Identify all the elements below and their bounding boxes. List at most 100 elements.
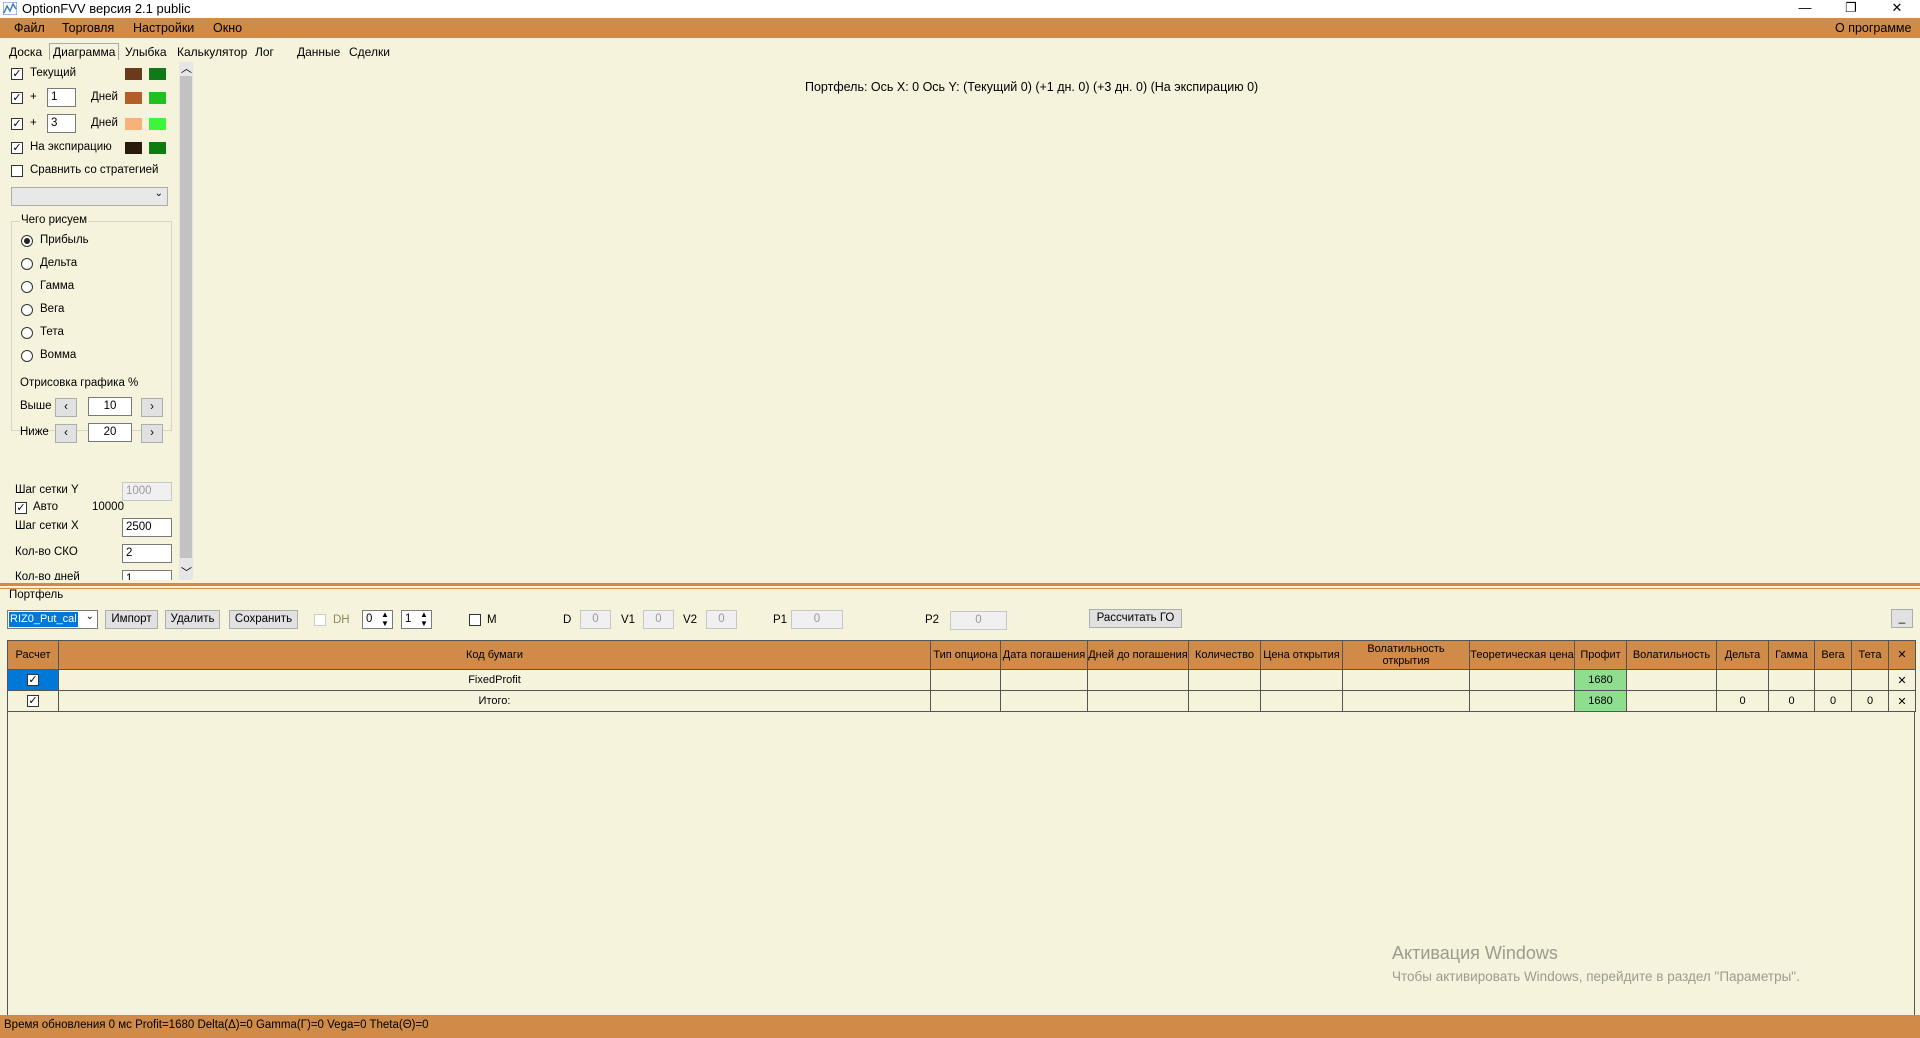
- row-delta[interactable]: 0: [1716, 690, 1769, 712]
- below-increment-button[interactable]: ›: [141, 424, 163, 443]
- row-code[interactable]: Итого:: [58, 690, 931, 712]
- row-open-volatility[interactable]: [1342, 690, 1470, 712]
- col-header-theta[interactable]: Тета: [1851, 640, 1889, 670]
- radio-gamma[interactable]: [21, 281, 33, 293]
- expiration-checkbox[interactable]: ✓: [11, 142, 23, 154]
- radio-vomma[interactable]: [21, 350, 33, 362]
- m-checkbox[interactable]: [469, 614, 481, 626]
- below-decrement-button[interactable]: ‹: [55, 424, 77, 443]
- panel-splitter[interactable]: [0, 583, 1920, 586]
- col-header-remove[interactable]: ✕: [1888, 640, 1916, 670]
- menu-file[interactable]: Файл: [14, 21, 45, 35]
- row-gamma[interactable]: [1768, 669, 1815, 691]
- plus1-checkbox[interactable]: ✓: [11, 92, 23, 104]
- row-calc-checkbox[interactable]: ✓: [27, 674, 39, 687]
- row-theoretical-price[interactable]: [1469, 669, 1575, 691]
- row-option-type[interactable]: [930, 669, 1001, 691]
- delete-button[interactable]: Удалить: [165, 610, 220, 629]
- col-header-option-type[interactable]: Тип опциона: [930, 640, 1001, 670]
- row-option-type[interactable]: [930, 690, 1001, 712]
- row-theoretical-price[interactable]: [1469, 690, 1575, 712]
- col-header-theoretical-price[interactable]: Теоретическая цена: [1469, 640, 1575, 670]
- auto-checkbox[interactable]: ✓: [15, 502, 27, 514]
- col-header-days-to-expiry[interactable]: Дней до погашения: [1087, 640, 1189, 670]
- v1-input[interactable]: 0: [643, 610, 674, 629]
- col-header-vega[interactable]: Вега: [1814, 640, 1852, 670]
- above-decrement-button[interactable]: ‹: [55, 398, 77, 417]
- radio-theta[interactable]: [21, 327, 33, 339]
- col-header-calc[interactable]: Расчет: [7, 640, 59, 670]
- col-header-open-price[interactable]: Цена открытия: [1260, 640, 1343, 670]
- restore-button[interactable]: ❐: [1828, 0, 1874, 18]
- plus1-color-swatch-2[interactable]: [149, 92, 166, 104]
- tab-diagram[interactable]: Диаграмма: [49, 43, 120, 60]
- col-header-volatility[interactable]: Волатильность: [1626, 640, 1717, 670]
- radio-vega[interactable]: [21, 304, 33, 316]
- row-days-to-expiry[interactable]: [1087, 669, 1189, 691]
- portfolio-minimize-button[interactable]: _: [1891, 609, 1913, 628]
- row-quantity[interactable]: [1188, 690, 1261, 712]
- plus3-color-swatch-2[interactable]: [149, 118, 166, 130]
- calc-go-button[interactable]: Рассчитать ГО: [1089, 609, 1182, 628]
- plus3-checkbox[interactable]: ✓: [11, 118, 23, 130]
- current-color-swatch-2[interactable]: [149, 68, 166, 80]
- tab-calculator[interactable]: Калькулятор: [174, 44, 250, 60]
- below-input[interactable]: 20: [88, 423, 132, 442]
- row-days-to-expiry[interactable]: [1087, 690, 1189, 712]
- tab-data[interactable]: Данные: [294, 44, 343, 60]
- above-increment-button[interactable]: ›: [141, 398, 163, 417]
- p1-input[interactable]: 0: [791, 610, 843, 629]
- radio-profit[interactable]: [21, 235, 33, 247]
- spin1-arrows-icon[interactable]: ▲ ▼: [381, 610, 389, 628]
- row-profit[interactable]: 1680: [1574, 669, 1627, 691]
- v2-input[interactable]: 0: [706, 610, 737, 629]
- chart-area[interactable]: [196, 62, 1920, 580]
- row-open-price[interactable]: [1260, 669, 1343, 691]
- scroll-down-icon[interactable]: ﹀: [181, 564, 192, 580]
- col-header-expiry-date[interactable]: Дата погашения: [1000, 640, 1088, 670]
- col-header-delta[interactable]: Дельта: [1716, 640, 1769, 670]
- grid-y-input[interactable]: 1000: [122, 482, 172, 501]
- row-remove-button[interactable]: ✕: [1888, 690, 1916, 712]
- scroll-up-icon[interactable]: ︿: [181, 60, 192, 76]
- col-header-quantity[interactable]: Количество: [1188, 640, 1261, 670]
- row-theta[interactable]: [1851, 669, 1889, 691]
- col-header-gamma[interactable]: Гамма: [1768, 640, 1815, 670]
- grid-x-input[interactable]: 2500: [122, 518, 172, 537]
- row-open-volatility[interactable]: [1342, 669, 1470, 691]
- import-button[interactable]: Импорт: [105, 610, 158, 629]
- row-volatility[interactable]: [1626, 690, 1717, 712]
- portfolio-select[interactable]: RIZ0_Put_cal ⌄: [7, 610, 98, 629]
- plus3-days-input[interactable]: 3: [47, 114, 76, 133]
- tab-deals[interactable]: Сделки: [346, 44, 393, 60]
- tab-smile[interactable]: Улыбка: [122, 44, 170, 60]
- p2-input[interactable]: 0: [950, 611, 1007, 630]
- compare-checkbox[interactable]: [11, 165, 23, 177]
- row-calc-checkbox[interactable]: ✓: [27, 695, 39, 708]
- tab-log[interactable]: Лог: [252, 44, 277, 60]
- scroll-thumb[interactable]: [180, 76, 192, 558]
- sko-input[interactable]: 2: [122, 544, 172, 563]
- menu-settings[interactable]: Настройки: [133, 21, 194, 35]
- row-delta[interactable]: [1716, 669, 1769, 691]
- current-color-swatch[interactable]: [125, 68, 142, 80]
- close-button[interactable]: ✕: [1874, 0, 1920, 18]
- expiration-color-swatch[interactable]: [125, 142, 142, 154]
- spin2-arrows-icon[interactable]: ▲ ▼: [420, 610, 428, 628]
- row-theta[interactable]: 0: [1851, 690, 1889, 712]
- table-row[interactable]: ✓ FixedProfit 1680 ✕: [7, 669, 1916, 691]
- col-header-profit[interactable]: Профит: [1574, 640, 1627, 670]
- row-open-price[interactable]: [1260, 690, 1343, 712]
- row-calc-cell[interactable]: ✓: [7, 669, 59, 691]
- tab-board[interactable]: Доска: [6, 44, 45, 60]
- days-input[interactable]: 1: [122, 570, 172, 580]
- radio-delta[interactable]: [21, 258, 33, 270]
- plus1-days-input[interactable]: 1: [47, 88, 76, 107]
- row-expiry-date[interactable]: [1000, 669, 1088, 691]
- expiration-color-swatch-2[interactable]: [149, 142, 166, 154]
- left-panel-scrollbar[interactable]: ︿ ﹀: [179, 62, 193, 580]
- row-profit[interactable]: 1680: [1574, 690, 1627, 712]
- row-quantity[interactable]: [1188, 669, 1261, 691]
- menu-window[interactable]: Окно: [213, 21, 242, 35]
- menu-trading[interactable]: Торговля: [62, 21, 114, 35]
